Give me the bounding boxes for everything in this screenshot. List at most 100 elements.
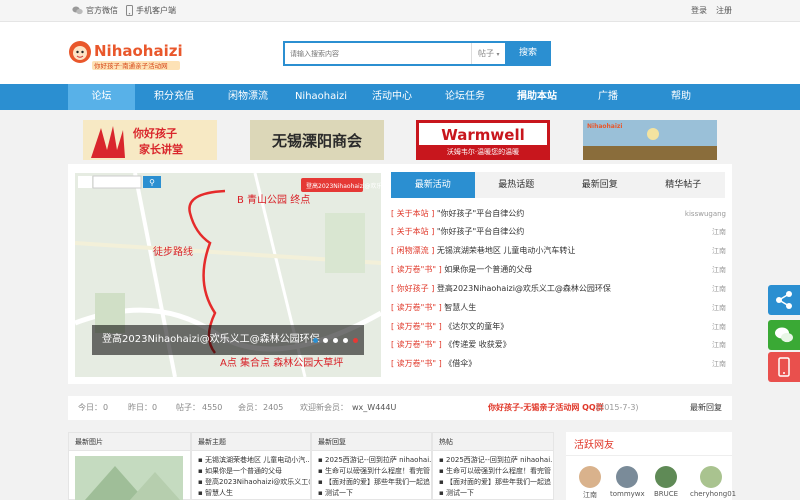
pager-dot[interactable] [353,338,358,343]
post-category[interactable]: [ 读万卷"书" ] [391,303,442,312]
post-author[interactable]: 江南 [712,242,726,260]
friend-item[interactable]: 江南 [573,466,607,500]
list-item[interactable]: [ 读万卷"书" ] 智慧人生 江南 [391,299,726,317]
friend-item[interactable]: BRUCE [649,466,683,498]
post-author[interactable]: 江南 [712,280,726,298]
post-title[interactable]: 无锡滨湖荣巷地区 儿童电动小汽车转让 [437,246,576,255]
pager-dot[interactable] [313,338,318,343]
nav-item-donate[interactable]: 捐助本站 [505,84,569,110]
post-title[interactable]: 登高2023Nihaohaizi@欢乐义工@森林公园环保 [437,284,611,293]
topic-title[interactable]: 如果你是一个普通的父母 [205,467,282,475]
pager-dot[interactable] [323,338,328,343]
list-item[interactable]: ▪ 2025西游记--回到拉萨 nihaohai... [312,455,431,466]
post-category[interactable]: [ 读万卷"书" ] [391,340,442,349]
site-logo[interactable]: Nihaohaizi 你好孩子·南通亲子活动网 [66,32,184,78]
hot-title[interactable]: 2025西游记--回到拉萨 nihaohai... [446,456,553,464]
friend-name[interactable]: BRUCE [649,490,683,498]
list-item[interactable]: [ 读万卷"书" ] 如果你是一个普通的父母 江南 [391,261,726,279]
nav-item-points[interactable]: 积分充值 [135,84,213,110]
post-category[interactable]: [ 闲物漂流 ] [391,246,434,255]
tab-latest-activity[interactable]: 最新活动 [391,172,475,198]
post-title[interactable]: 《达尔文的童年》 [444,322,508,331]
avatar[interactable] [616,466,638,488]
post-category[interactable]: [ 读万卷"书" ] [391,322,442,331]
post-author[interactable]: 江南 [712,223,726,241]
nav-item-help[interactable]: 帮助 [647,84,715,110]
map-search-icon[interactable]: ⚲ [149,178,155,187]
banner-wuxi-chamber[interactable]: 无锡溧阳商会 [250,120,384,160]
login-link[interactable]: 登录 [691,5,707,16]
friend-name[interactable]: cheryhong01 [690,490,736,498]
post-author[interactable]: 江南 [712,318,726,336]
list-item[interactable]: ▪ 生命可以磅强到什么程度！看完管 [433,466,553,477]
list-item[interactable]: [ 闲物漂流 ] 无锡滨湖荣巷地区 儿童电动小汽车转让 江南 [391,242,726,260]
mobile-client-link[interactable]: 手机客户端 [126,5,176,16]
topic-title[interactable]: 无锡滨湖荣巷地区 儿童电动小汽... [205,456,310,464]
slideshow[interactable]: B 青山公园 终点 徒步路线 A点 集合点 森林公园大草坪 登高2023Niha… [75,173,381,377]
list-item[interactable]: ▪ 测试一下 [312,488,431,499]
latest-reply-link[interactable]: 最新回复 [690,396,722,420]
post-category[interactable]: [ 关于本站 ] [391,227,434,236]
wechat-float-button[interactable] [768,320,800,350]
list-item[interactable]: ▪ 生命可以磅强到什么程度！看完管 [312,466,431,477]
post-title[interactable]: "你好孩子"平台自律公约 [437,227,524,236]
tab-hot-topics[interactable]: 最热话题 [475,172,559,198]
register-link[interactable]: 注册 [716,5,732,16]
post-author[interactable]: 江南 [712,336,726,354]
banner-nihaohaizi[interactable]: Nihaohaizi [583,120,717,160]
latest-image-thumb[interactable] [75,456,183,500]
nav-item-activity[interactable]: 活动中心 [359,84,425,110]
pager-dot[interactable] [343,338,348,343]
post-category[interactable]: [ 读万卷"书" ] [391,265,442,274]
nav-item-drift[interactable]: 闲物漂流 [213,84,283,110]
avatar[interactable] [700,466,722,488]
search-scope-select[interactable]: 帖子 ▾ [471,43,505,64]
list-item[interactable]: [ 读万卷"书" ] 《借伞》 江南 [391,355,726,373]
pager-dot[interactable] [333,338,338,343]
tab-featured[interactable]: 精华帖子 [642,172,726,198]
stat-highlight[interactable]: 你好孩子-无锡亲子活动网 QQ群 [488,396,604,420]
friend-name[interactable]: tommywx [610,490,645,498]
post-title[interactable]: 《借伞》 [444,359,476,368]
reply-title[interactable]: 【面对面的爱】那些年我们一起追 [325,478,430,486]
post-author[interactable]: kisswugang [685,205,726,223]
post-title[interactable]: 如果你是一个普通的父母 [444,265,532,274]
stat-new-member[interactable]: wx_W444U [352,396,396,420]
post-category[interactable]: [ 你好孩子 ] [391,284,434,293]
nav-item-broadcast[interactable]: 广播 [569,84,647,110]
search-input[interactable] [285,43,471,64]
nav-item-nihaohaizi[interactable]: Nihaohaizi [283,84,359,110]
hot-title[interactable]: 测试一下 [446,489,474,497]
friend-item[interactable]: tommywx [610,466,645,498]
list-item[interactable]: [ 你好孩子 ] 登高2023Nihaohaizi@欢乐义工@森林公园环保 江南 [391,280,726,298]
list-item[interactable]: ▪ 无锡滨湖荣巷地区 儿童电动小汽... [192,455,310,466]
list-item[interactable]: [ 关于本站 ] "你好孩子"平台自律公约 kisswugang [391,205,726,223]
post-category[interactable]: [ 读万卷"书" ] [391,359,442,368]
post-author[interactable]: 江南 [712,261,726,279]
reply-title[interactable]: 2025西游记--回到拉萨 nihaohai... [325,456,431,464]
list-item[interactable]: ▪ 登高2023Nihaohaizi@欢乐义工@... [192,477,310,488]
list-item[interactable]: ▪ 【面对面的爱】那些年我们一起追 [312,477,431,488]
list-item[interactable]: ▪ 【面对面的爱】那些年我们一起追 [433,477,553,488]
post-title[interactable]: "你好孩子"平台自律公约 [437,209,524,218]
post-title[interactable]: 智慧人生 [444,303,476,312]
list-item[interactable]: ▪ 2025西游记--回到拉萨 nihaohai... [433,455,553,466]
reply-title[interactable]: 测试一下 [325,489,353,497]
post-author[interactable]: 江南 [712,299,726,317]
hot-title[interactable]: 生命可以磅强到什么程度！看完管 [446,467,551,475]
friend-name[interactable]: 江南 [573,490,607,500]
wechat-link[interactable]: 官方微信 [72,5,118,16]
friend-item[interactable]: cheryhong01 [690,466,736,498]
topic-title[interactable]: 智慧人生 [205,489,233,497]
reply-title[interactable]: 生命可以磅强到什么程度！看完管 [325,467,430,475]
post-author[interactable]: 江南 [712,355,726,373]
list-item[interactable]: [ 关于本站 ] "你好孩子"平台自律公约 江南 [391,223,726,241]
search-button[interactable]: 搜索 [505,43,551,64]
list-item[interactable]: ▪ 如果你是一个普通的父母 [192,466,310,477]
nav-item-forum[interactable]: 论坛 [68,84,135,110]
post-title[interactable]: 《传递爱 收获爱》 [444,340,511,349]
list-item[interactable]: ▪ 测试一下 [433,488,553,499]
banner-parent-lecture[interactable]: 你好孩子 家长讲堂 [83,120,217,160]
hot-title[interactable]: 【面对面的爱】那些年我们一起追 [446,478,551,486]
banner-warmwell[interactable]: Warmwell 沃姆韦尔·温暖您的温暖 [416,120,550,160]
